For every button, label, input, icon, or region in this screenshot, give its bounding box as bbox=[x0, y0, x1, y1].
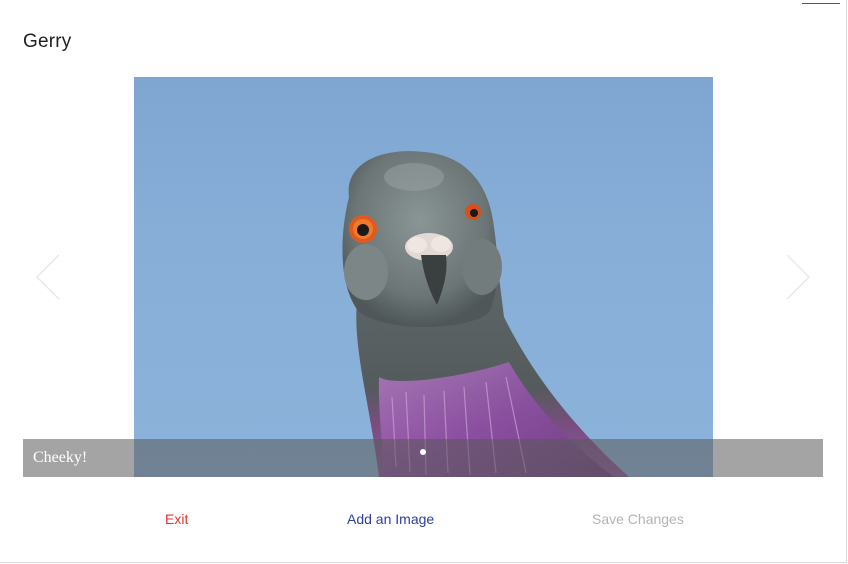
pigeon-photo bbox=[342, 151, 629, 477]
corner-link-fragment bbox=[802, 0, 840, 4]
slide-caption-bar: Cheeky! bbox=[23, 439, 823, 477]
chevron-right-icon bbox=[786, 254, 811, 300]
edit-images-modal: Gerry Cheeky! Exit Add an Image Save Cha… bbox=[0, 0, 847, 563]
modal-title: Gerry bbox=[23, 31, 72, 52]
exit-button[interactable]: Exit bbox=[165, 511, 188, 527]
slide-caption: Cheeky! bbox=[33, 449, 88, 466]
slide-indicator-dot[interactable] bbox=[420, 449, 426, 455]
slide-image bbox=[134, 77, 713, 477]
save-changes-button[interactable]: Save Changes bbox=[592, 511, 684, 527]
previous-slide-button[interactable] bbox=[35, 253, 65, 301]
chevron-left-icon bbox=[35, 254, 60, 300]
image-carousel: Cheeky! bbox=[23, 77, 823, 477]
add-image-button[interactable]: Add an Image bbox=[347, 511, 434, 527]
next-slide-button[interactable] bbox=[781, 253, 811, 301]
